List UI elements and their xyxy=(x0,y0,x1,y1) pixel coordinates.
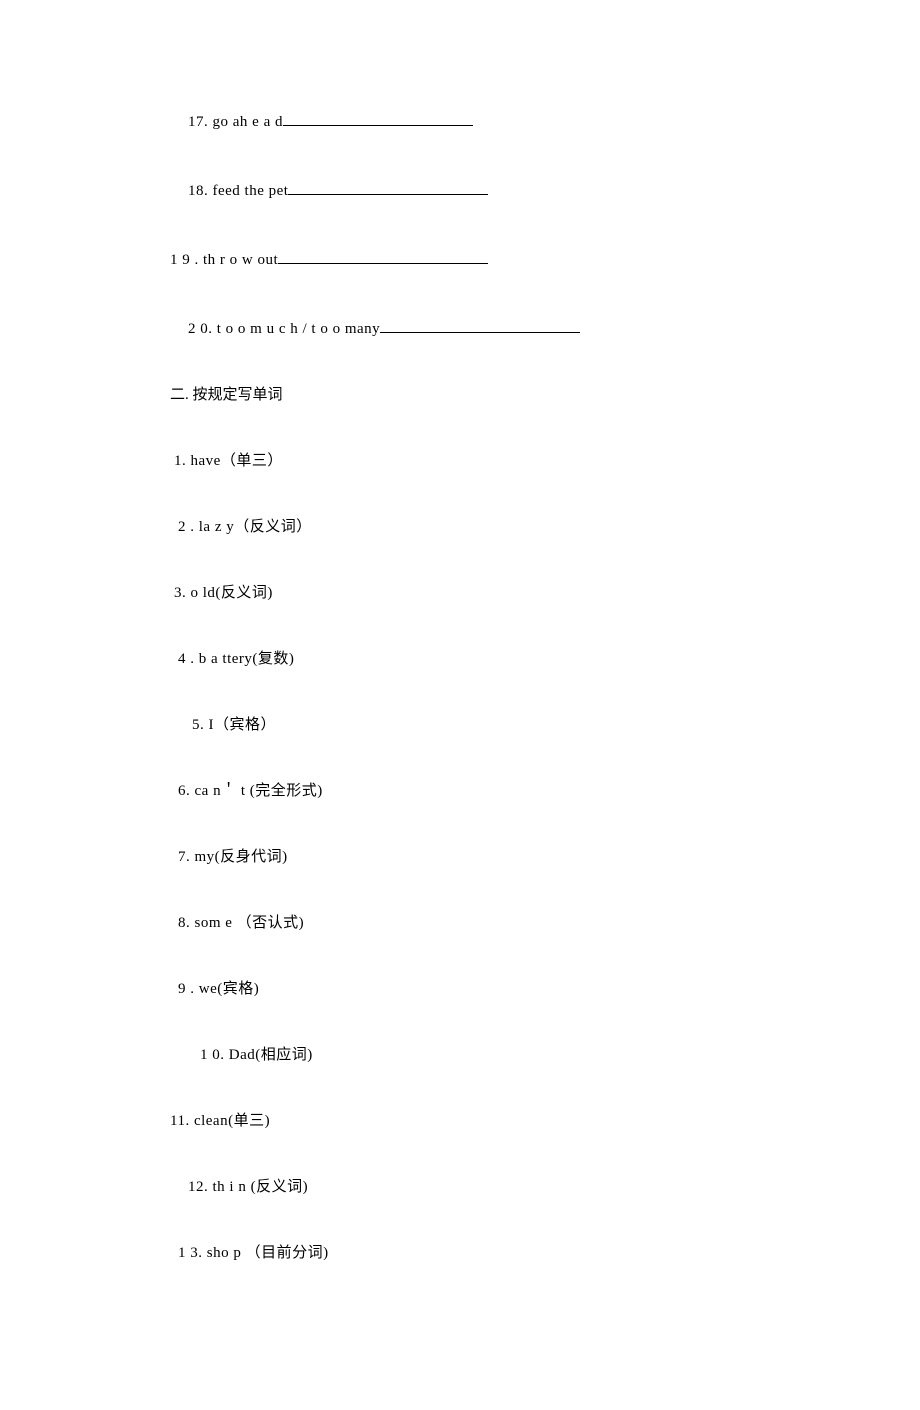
section2-item-10: 1 0. Dad(相应词) xyxy=(170,1046,760,1064)
item-20: 2 0. t o o m u c h / t o o many xyxy=(170,317,760,338)
section2-item-11-text: 11. clean(单三) xyxy=(170,1113,270,1129)
blank-18 xyxy=(288,179,488,195)
blank-20 xyxy=(380,317,580,333)
section2-item-2-text: 2 . la z y（反义词） xyxy=(178,519,312,535)
item-18: 18. feed the pet xyxy=(170,179,760,200)
section2-item-13-text: 1 3. sho p （目前分词) xyxy=(178,1245,329,1261)
section2-item-5: 5. I（宾格） xyxy=(170,716,760,734)
section2-item-5-text: 5. I（宾格） xyxy=(192,717,276,733)
section2-item-9-text: 9 . we(宾格) xyxy=(178,981,259,997)
section2-item-3: 3. o ld(反义词) xyxy=(170,584,760,602)
blank-17 xyxy=(283,110,473,126)
section2-item-7: 7. my(反身代词) xyxy=(170,848,760,866)
section2-item-4: 4 . b a ttery(复数) xyxy=(170,650,760,668)
section2-item-6: 6. ca n＇ t (完全形式) xyxy=(170,782,760,800)
item-20-text: 2 0. t o o m u c h / t o o many xyxy=(188,321,380,337)
section2-item-11: 11. clean(单三) xyxy=(170,1112,760,1130)
section2-item-8-text: 8. som e （否认式) xyxy=(178,915,304,931)
section2-item-4-text: 4 . b a ttery(复数) xyxy=(178,651,294,667)
section2-item-2: 2 . la z y（反义词） xyxy=(170,518,760,536)
section2-item-10-text: 1 0. Dad(相应词) xyxy=(200,1047,313,1063)
section2-item-12: 12. th i n (反义词) xyxy=(170,1178,760,1196)
section2-item-1-text: 1. have（单三） xyxy=(174,453,283,469)
section2-item-6-text: 6. ca n＇ t (完全形式) xyxy=(178,783,323,799)
section2-item-1: 1. have（单三） xyxy=(170,452,760,470)
section2-item-7-text: 7. my(反身代词) xyxy=(178,849,288,865)
section2-item-12-text: 12. th i n (反义词) xyxy=(188,1179,308,1195)
blank-19 xyxy=(278,248,488,264)
section2-item-13: 1 3. sho p （目前分词) xyxy=(170,1244,760,1262)
worksheet-page: 17. go ah e a d 18. feed the pet 1 9 . t… xyxy=(0,0,920,1410)
section2-item-8: 8. som e （否认式) xyxy=(170,914,760,932)
item-17-text: 17. go ah e a d xyxy=(188,114,283,130)
item-18-text: 18. feed the pet xyxy=(188,183,288,199)
item-19: 1 9 . th r o w out xyxy=(170,248,760,269)
section-2-list: 1. have（单三） 2 . la z y（反义词） 3. o ld(反义词)… xyxy=(170,452,760,1262)
item-19-text: 1 9 . th r o w out xyxy=(170,252,278,268)
section2-item-9: 9 . we(宾格) xyxy=(170,980,760,998)
item-17: 17. go ah e a d xyxy=(170,110,760,131)
section2-item-3-text: 3. o ld(反义词) xyxy=(174,585,273,601)
section-2-title: 二. 按规定写单词 xyxy=(170,386,760,404)
